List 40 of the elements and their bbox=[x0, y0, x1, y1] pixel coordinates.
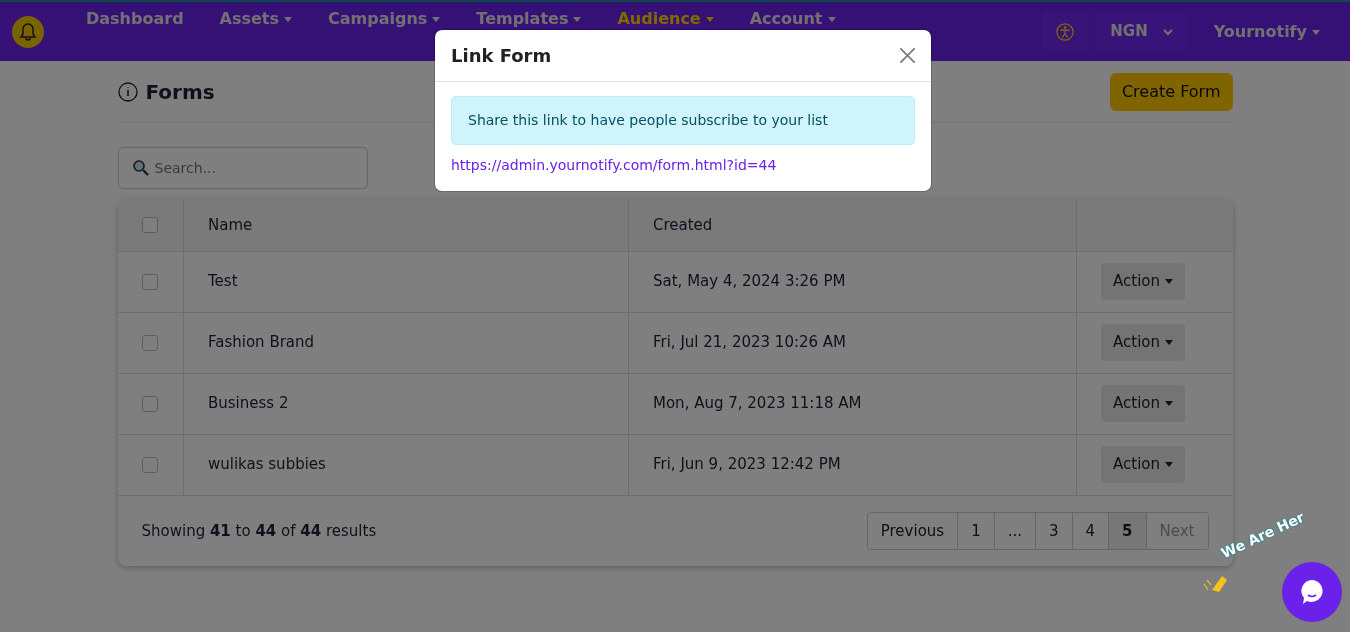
page-button[interactable]: 5 bbox=[1108, 512, 1146, 549]
table-cell: wulikas subbies bbox=[208, 455, 326, 474]
nav-link[interactable]: Account bbox=[731, 10, 854, 28]
table-cell: Test bbox=[208, 272, 238, 291]
results-summary: Showing 41 to 44 of 44 results bbox=[141, 520, 377, 542]
table-cell: Sat, May 4, 2024 3:26 PM bbox=[653, 272, 846, 291]
nav-link[interactable]: Dashboard bbox=[68, 10, 202, 28]
table-cell: Mon, Aug 7, 2023 11:18 AM bbox=[653, 394, 862, 413]
table-cell: Fri, Jul 21, 2023 10:26 AM bbox=[653, 333, 847, 352]
accessibility-icon[interactable] bbox=[1042, 12, 1089, 51]
row-checkbox[interactable] bbox=[141, 395, 158, 412]
currency-select[interactable]: NGN bbox=[1096, 12, 1188, 51]
table-cell: Fashion Brand bbox=[208, 333, 315, 352]
table-cell: Fri, Jun 9, 2023 12:42 PM bbox=[653, 455, 841, 474]
nav-link[interactable]: Campaigns bbox=[310, 10, 459, 28]
account-menu[interactable]: Yournotify bbox=[1195, 22, 1338, 41]
action-button[interactable]: Action bbox=[1101, 263, 1185, 300]
action-button[interactable]: Action bbox=[1101, 385, 1185, 422]
row-checkbox[interactable] bbox=[141, 456, 158, 473]
search-field[interactable]: Search... bbox=[117, 147, 368, 189]
info-icon bbox=[117, 81, 138, 102]
select-all-checkbox[interactable] bbox=[141, 217, 158, 233]
row-checkbox[interactable] bbox=[141, 334, 158, 351]
bell-logo-icon[interactable] bbox=[12, 15, 44, 48]
page-title: Forms bbox=[145, 79, 215, 104]
nav-link[interactable]: Audience bbox=[599, 10, 732, 28]
nav-link[interactable]: Templates bbox=[458, 10, 600, 28]
table-cell: Business 2 bbox=[208, 394, 289, 413]
info-alert: Share this link to have people subscribe to your list bbox=[451, 96, 915, 145]
dialog-title: Link Form bbox=[451, 44, 552, 68]
chat-caption: We Are Her bbox=[1218, 509, 1303, 563]
form-link[interactable]: https://admin.yournotify.com/form.html?id=44 bbox=[451, 155, 777, 176]
column-header: Created bbox=[653, 215, 713, 234]
chat-button[interactable] bbox=[1282, 562, 1342, 622]
row-checkbox[interactable] bbox=[141, 273, 158, 290]
nav-link[interactable]: Assets bbox=[201, 10, 311, 28]
create-form-button[interactable]: Create Form bbox=[1109, 72, 1233, 111]
action-button[interactable]: Action bbox=[1101, 446, 1185, 483]
action-button[interactable]: Action bbox=[1101, 324, 1185, 361]
column-header: Name bbox=[208, 215, 253, 234]
